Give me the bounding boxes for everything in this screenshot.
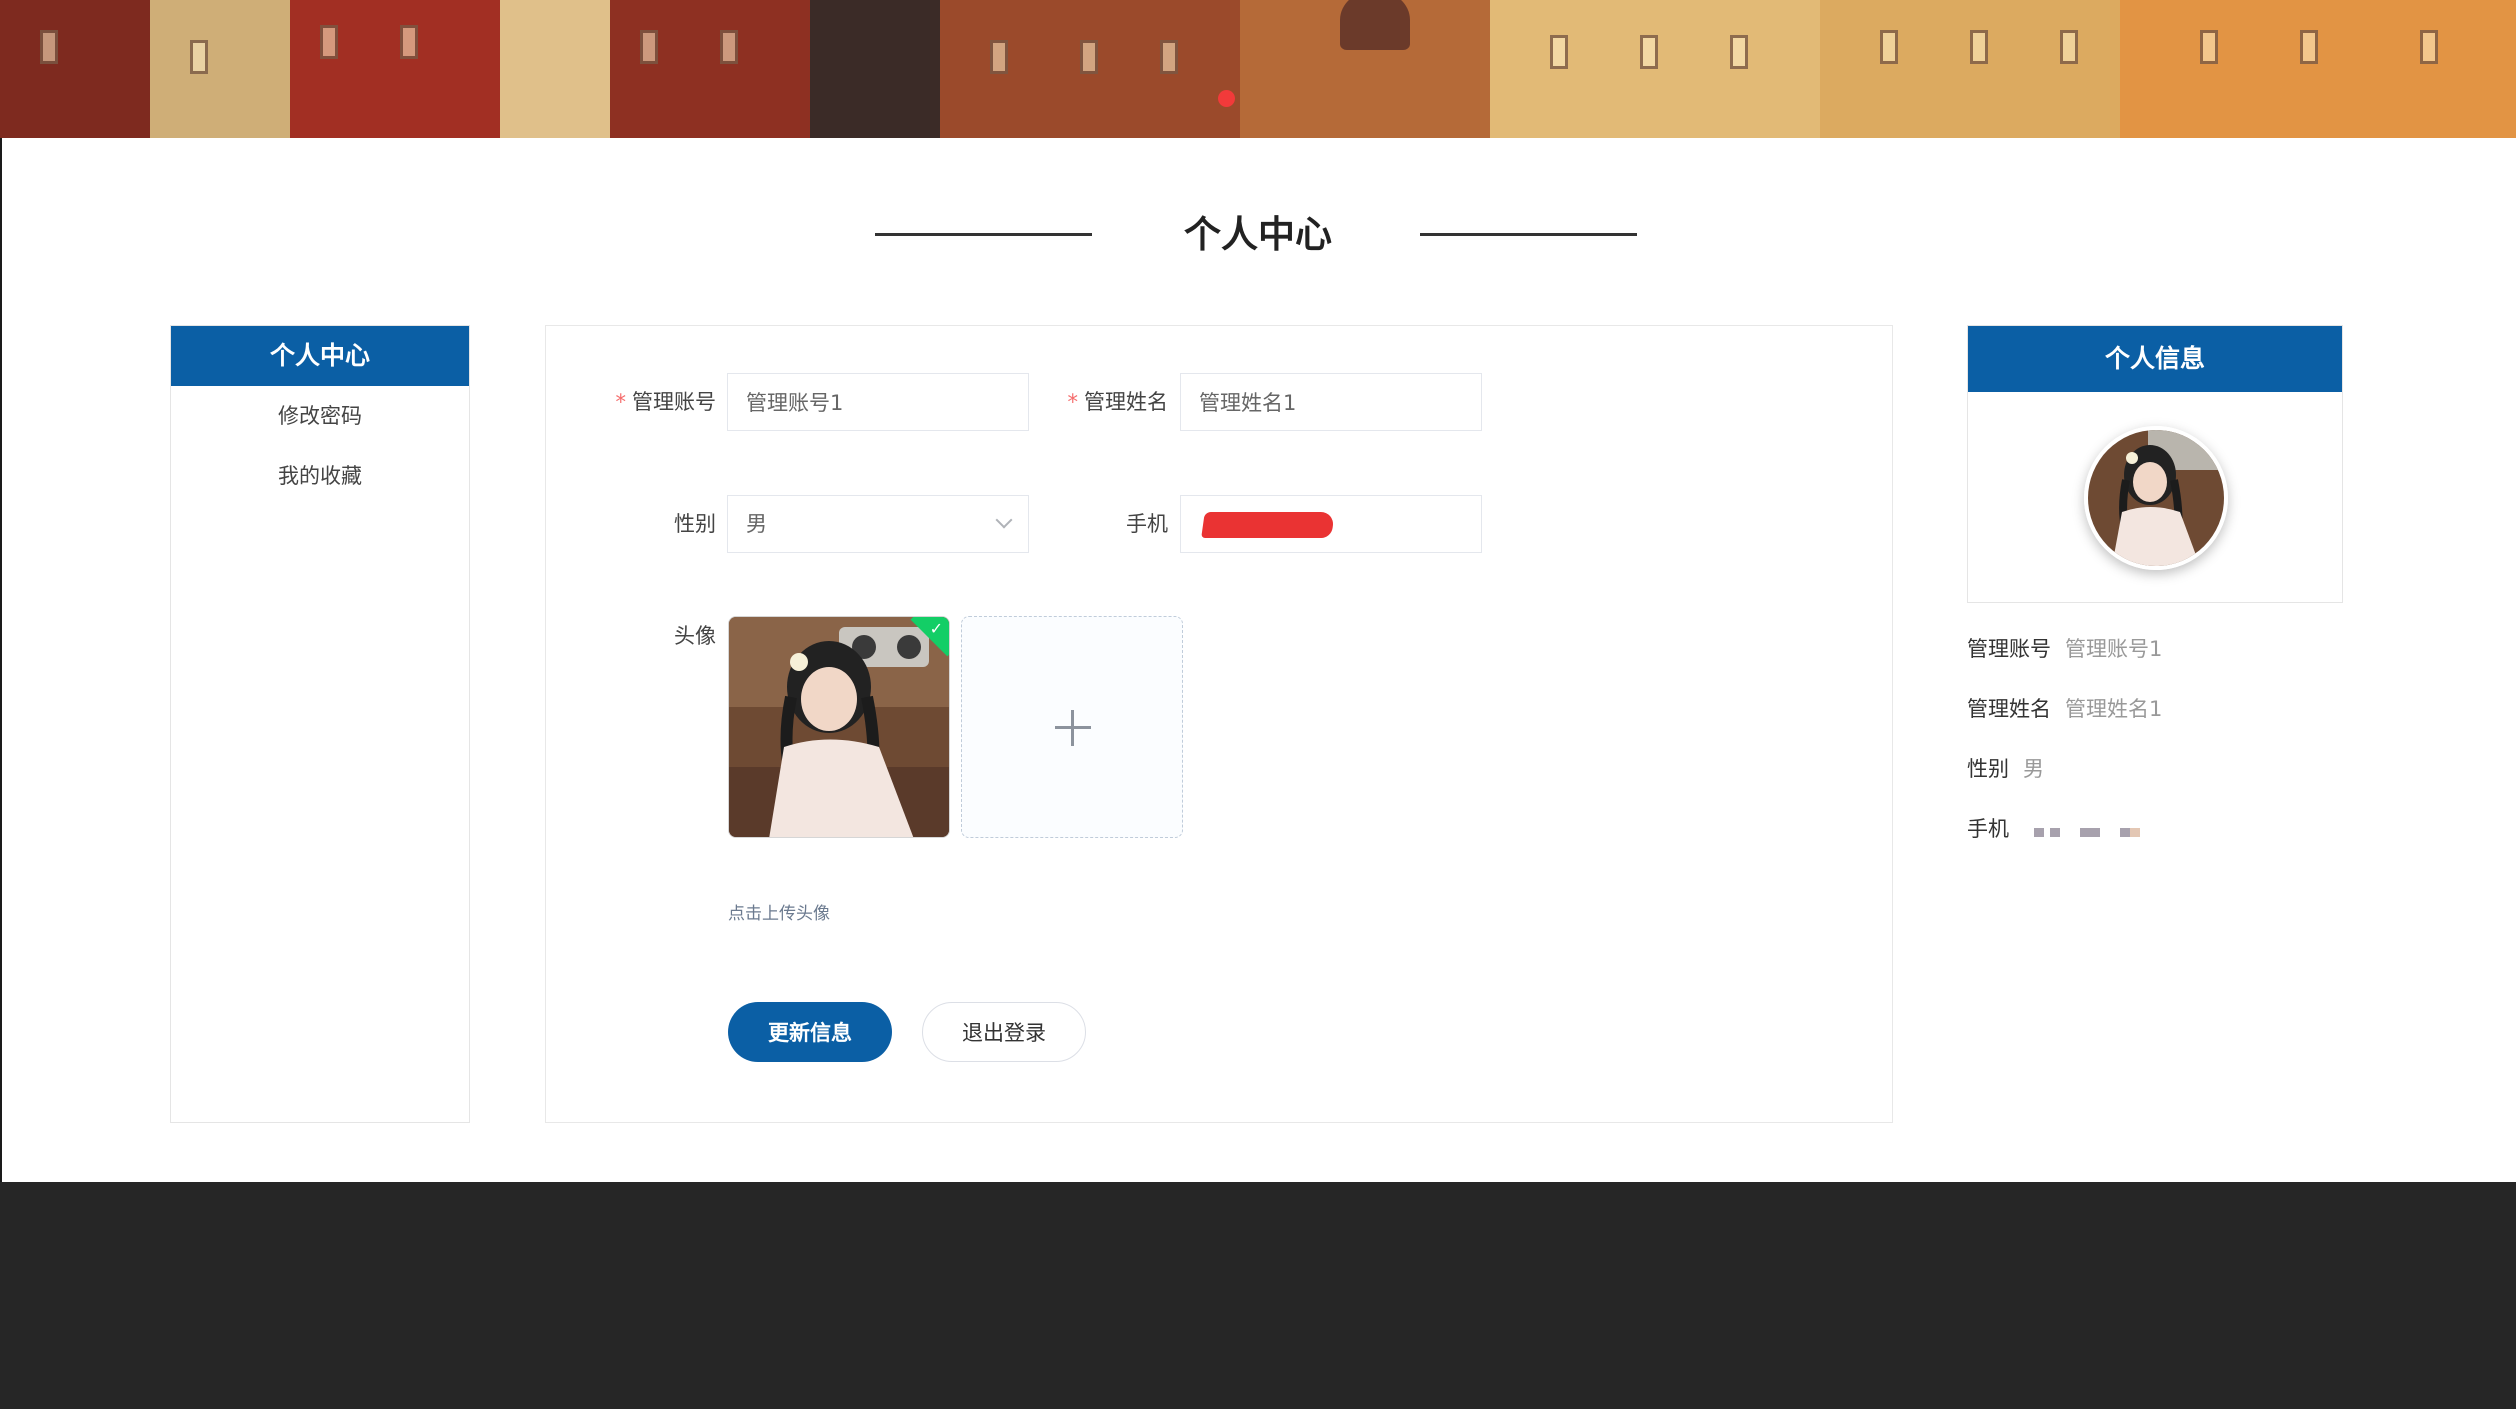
profile-row-name: 管理姓名 管理姓名1 — [1967, 694, 2162, 724]
page-title: 个人中心 — [1184, 213, 1332, 256]
name-label-text: 管理姓名 — [1084, 390, 1168, 414]
profile-row-value: 管理姓名1 — [2065, 697, 2163, 721]
title-divider-left — [875, 233, 1092, 236]
pixelated-phone-value — [2033, 815, 2146, 845]
profile-row-key: 手机 — [1967, 817, 2009, 841]
carousel-indicator-dot[interactable] — [1218, 90, 1235, 107]
account-label-text: 管理账号 — [632, 390, 716, 414]
title-section: 个人中心 — [0, 205, 2516, 265]
avatar-image — [729, 617, 949, 837]
menu-item-personal-center[interactable]: 个人中心 — [171, 326, 469, 386]
redaction-mark — [1201, 512, 1335, 538]
required-mark: * — [615, 390, 627, 414]
left-menu: 个人中心 修改密码 我的收藏 — [170, 325, 470, 1123]
page-footer — [0, 1182, 2516, 1409]
avatar-upload-button[interactable] — [961, 616, 1183, 838]
profile-row-account: 管理账号 管理账号1 — [1967, 634, 2162, 664]
phone-label: 手机 — [1126, 512, 1168, 536]
avatar-label: 头像 — [674, 624, 716, 648]
required-mark: * — [1067, 390, 1079, 414]
update-info-button[interactable]: 更新信息 — [728, 1002, 892, 1062]
checkmark-icon: ✓ — [929, 619, 943, 638]
name-label: * 管理姓名 — [998, 373, 1169, 431]
page-edge — [0, 138, 2, 1182]
profile-row-key: 管理姓名 — [1967, 697, 2051, 721]
profile-card-title: 个人信息 — [1968, 326, 2342, 392]
personal-center-page: 个人中心 个人中心 修改密码 我的收藏 *管理账号 *管理姓名 性别 男 手机 … — [0, 0, 2516, 1409]
profile-row-key: 管理账号 — [1967, 637, 2051, 661]
uploaded-avatar-thumbnail[interactable]: ✓ — [728, 616, 950, 838]
phone-input[interactable] — [1180, 495, 1482, 553]
header-banner — [0, 0, 2516, 138]
logout-button[interactable]: 退出登录 — [922, 1002, 1086, 1062]
profile-row-key: 性别 — [1967, 757, 2009, 781]
avatar-image — [2088, 430, 2224, 566]
account-input[interactable] — [727, 373, 1029, 431]
avatar — [2084, 426, 2228, 570]
upload-tip: 点击上传头像 — [728, 904, 830, 924]
account-label: * 管理账号 — [546, 373, 717, 431]
name-input[interactable] — [1180, 373, 1482, 431]
plus-icon-vertical — [1071, 710, 1074, 746]
gender-select[interactable]: 男 — [727, 495, 1029, 553]
profile-form: *管理账号 *管理姓名 性别 男 手机 头像 — [545, 325, 1893, 1123]
menu-item-favorites[interactable]: 我的收藏 — [171, 446, 469, 506]
gender-label: 性别 — [674, 512, 716, 536]
title-divider-right — [1420, 233, 1637, 236]
gender-selected-value: 男 — [746, 512, 767, 536]
profile-card: 个人信息 — [1967, 325, 2343, 603]
profile-row-gender: 性别男 — [1967, 754, 2044, 784]
profile-row-value: 男 — [2023, 757, 2044, 781]
profile-row-value: 管理账号1 — [2065, 637, 2163, 661]
profile-row-phone: 手机 — [1967, 814, 2146, 845]
menu-item-change-password[interactable]: 修改密码 — [171, 386, 469, 446]
